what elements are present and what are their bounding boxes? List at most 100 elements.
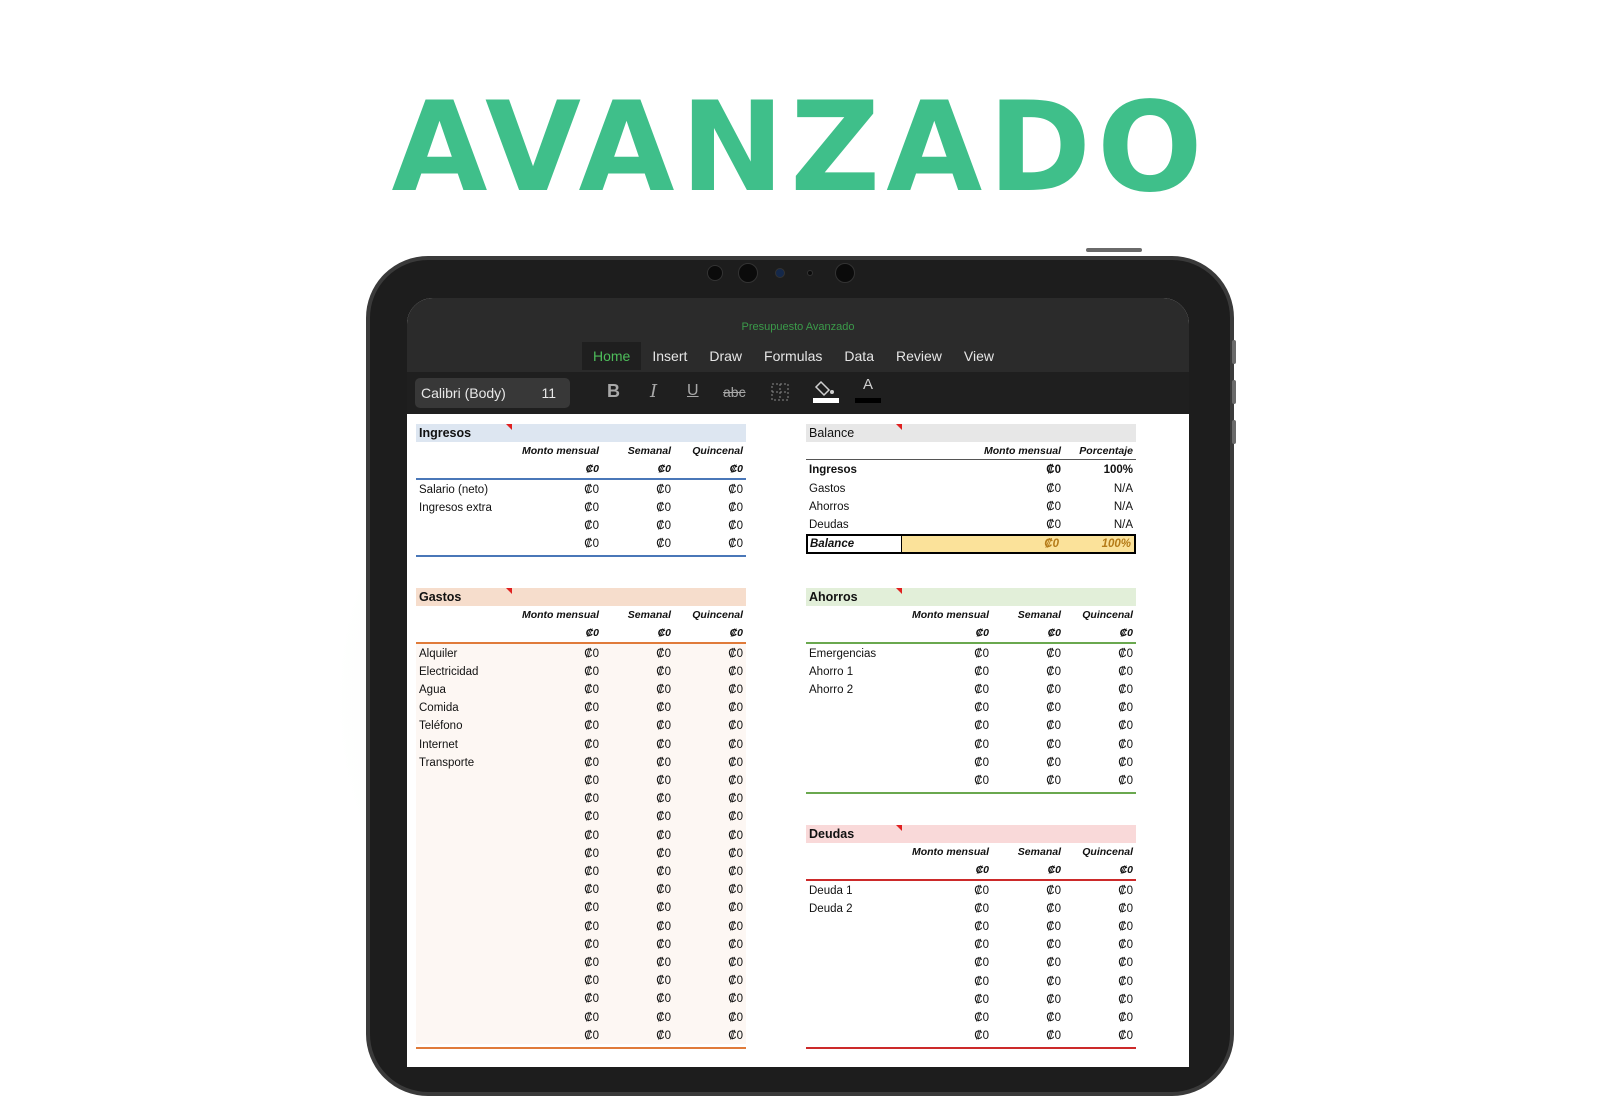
deudas-row-value[interactable]: ₡0: [1118, 900, 1133, 918]
balance-total-value[interactable]: 100%: [1102, 535, 1131, 553]
ahorros-row-value[interactable]: ₡0: [1046, 717, 1061, 735]
ahorros-row-value[interactable]: ₡0: [1118, 717, 1133, 735]
gastos-row-value[interactable]: ₡0: [656, 717, 671, 735]
deudas-row-value[interactable]: ₡0: [1046, 954, 1061, 972]
gastos-row-value[interactable]: ₡0: [584, 645, 599, 663]
balance-row-value[interactable]: ₡0: [1046, 516, 1061, 534]
gastos-row-label[interactable]: Internet: [419, 736, 458, 754]
gastos-row-value[interactable]: ₡0: [656, 699, 671, 717]
gastos-row-value[interactable]: ₡0: [584, 663, 599, 681]
ingresos-row-value[interactable]: ₡0: [584, 517, 599, 535]
ingresos-row-value[interactable]: ₡0: [728, 481, 743, 499]
gastos-row-value[interactable]: ₡0: [584, 790, 599, 808]
gastos-row-value[interactable]: ₡0: [728, 972, 743, 990]
deudas-row-value[interactable]: ₡0: [1118, 973, 1133, 991]
gastos-row-value[interactable]: ₡0: [584, 954, 599, 972]
gastos-row-value[interactable]: ₡0: [584, 681, 599, 699]
ahorros-row-value[interactable]: ₡0: [974, 681, 989, 699]
balance-row-value[interactable]: 100%: [1104, 461, 1133, 479]
gastos-row-value[interactable]: ₡0: [656, 881, 671, 899]
gastos-row-value[interactable]: ₡0: [656, 954, 671, 972]
gastos-row-value[interactable]: ₡0: [728, 717, 743, 735]
deudas-row-value[interactable]: ₡0: [974, 973, 989, 991]
deudas-row-value[interactable]: ₡0: [1046, 991, 1061, 1009]
deudas-row-value[interactable]: ₡0: [1118, 1027, 1133, 1045]
ahorros-row-value[interactable]: ₡0: [974, 699, 989, 717]
tab-formulas[interactable]: Formulas: [753, 342, 833, 370]
gastos-row-value[interactable]: ₡0: [584, 754, 599, 772]
ahorros-row-value[interactable]: ₡0: [974, 754, 989, 772]
ingresos-row-label[interactable]: Salario (neto): [419, 481, 488, 499]
ahorros-row-value[interactable]: ₡0: [1046, 645, 1061, 663]
deudas-row-label[interactable]: Deuda 1: [809, 882, 852, 900]
gastos-row-value[interactable]: ₡0: [728, 681, 743, 699]
gastos-row-value[interactable]: ₡0: [728, 808, 743, 826]
balance-row-value[interactable]: ₡0: [1046, 498, 1061, 516]
ahorros-row-value[interactable]: ₡0: [974, 645, 989, 663]
gastos-row-value[interactable]: ₡0: [584, 827, 599, 845]
gastos-row-value[interactable]: ₡0: [656, 645, 671, 663]
ingresos-row-value[interactable]: ₡0: [728, 517, 743, 535]
gastos-row-value[interactable]: ₡0: [584, 1009, 599, 1027]
ingresos-row-value[interactable]: ₡0: [656, 517, 671, 535]
ingresos-row-value[interactable]: ₡0: [656, 499, 671, 517]
gastos-row-value[interactable]: ₡0: [728, 990, 743, 1008]
deudas-row-value[interactable]: ₡0: [1118, 936, 1133, 954]
balance-row-value[interactable]: N/A: [1114, 480, 1133, 498]
deudas-row-value[interactable]: ₡0: [1046, 1009, 1061, 1027]
gastos-row-value[interactable]: ₡0: [584, 918, 599, 936]
ahorros-row-value[interactable]: ₡0: [1046, 754, 1061, 772]
gastos-row-value[interactable]: ₡0: [656, 845, 671, 863]
gastos-row-value[interactable]: ₡0: [584, 772, 599, 790]
deudas-row-value[interactable]: ₡0: [974, 882, 989, 900]
ingresos-row-value[interactable]: ₡0: [584, 481, 599, 499]
gastos-row-value[interactable]: ₡0: [584, 699, 599, 717]
deudas-row-value[interactable]: ₡0: [974, 991, 989, 1009]
ahorros-row-value[interactable]: ₡0: [974, 663, 989, 681]
borders-icon[interactable]: [771, 383, 789, 406]
tab-insert[interactable]: Insert: [641, 342, 698, 370]
gastos-row-value[interactable]: ₡0: [584, 972, 599, 990]
gastos-row-label[interactable]: Alquiler: [419, 645, 457, 663]
fill-color-icon[interactable]: [812, 378, 840, 409]
ahorros-row-value[interactable]: ₡0: [1118, 681, 1133, 699]
tab-draw[interactable]: Draw: [698, 342, 753, 370]
tab-home[interactable]: Home: [582, 342, 642, 370]
deudas-row-value[interactable]: ₡0: [974, 936, 989, 954]
gastos-row-value[interactable]: ₡0: [584, 936, 599, 954]
deudas-row-value[interactable]: ₡0: [974, 1027, 989, 1045]
gastos-row-value[interactable]: ₡0: [728, 790, 743, 808]
gastos-row-value[interactable]: ₡0: [584, 808, 599, 826]
deudas-row-value[interactable]: ₡0: [1046, 936, 1061, 954]
ahorros-row-label[interactable]: Emergencias: [809, 645, 876, 663]
deudas-row-value[interactable]: ₡0: [1046, 918, 1061, 936]
deudas-row-value[interactable]: ₡0: [1118, 882, 1133, 900]
gastos-row-value[interactable]: ₡0: [728, 1027, 743, 1045]
gastos-row-value[interactable]: ₡0: [656, 863, 671, 881]
ahorros-row-value[interactable]: ₡0: [1046, 681, 1061, 699]
ahorros-row-label[interactable]: Ahorro 1: [809, 663, 853, 681]
deudas-row-value[interactable]: ₡0: [974, 900, 989, 918]
gastos-row-value[interactable]: ₡0: [728, 863, 743, 881]
gastos-row-value[interactable]: ₡0: [656, 681, 671, 699]
deudas-row-value[interactable]: ₡0: [1046, 882, 1061, 900]
gastos-row-value[interactable]: ₡0: [656, 790, 671, 808]
ahorros-row-value[interactable]: ₡0: [1118, 772, 1133, 790]
ingresos-row-value[interactable]: ₡0: [728, 535, 743, 553]
deudas-row-value[interactable]: ₡0: [1046, 900, 1061, 918]
gastos-row-label[interactable]: Comida: [419, 699, 459, 717]
gastos-row-value[interactable]: ₡0: [584, 863, 599, 881]
gastos-row-value[interactable]: ₡0: [656, 1027, 671, 1045]
gastos-row-value[interactable]: ₡0: [656, 936, 671, 954]
tab-data[interactable]: Data: [833, 342, 885, 370]
gastos-row-label[interactable]: Transporte: [419, 754, 474, 772]
gastos-row-value[interactable]: ₡0: [656, 990, 671, 1008]
gastos-row-value[interactable]: ₡0: [728, 736, 743, 754]
gastos-row-value[interactable]: ₡0: [584, 990, 599, 1008]
gastos-row-label[interactable]: Electricidad: [419, 663, 478, 681]
deudas-row-value[interactable]: ₡0: [1118, 954, 1133, 972]
gastos-row-label[interactable]: Agua: [419, 681, 446, 699]
font-selector[interactable]: Calibri (Body) 11: [415, 378, 570, 408]
deudas-row-value[interactable]: ₡0: [1118, 991, 1133, 1009]
ahorros-row-value[interactable]: ₡0: [974, 736, 989, 754]
